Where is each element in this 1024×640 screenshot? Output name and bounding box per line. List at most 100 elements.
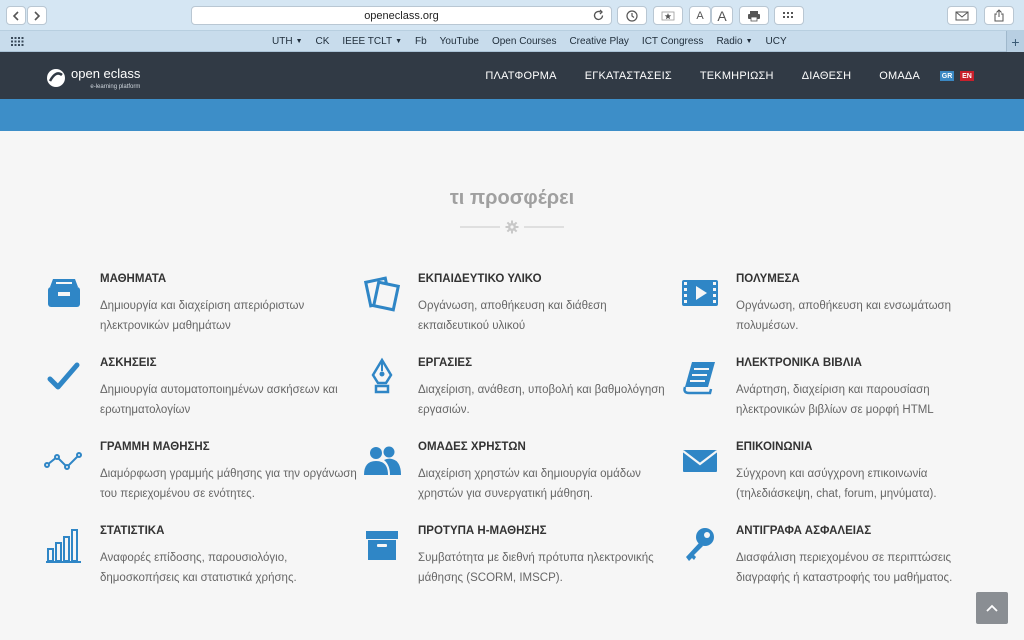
star-icon xyxy=(661,11,675,20)
feature-title: ΠΟΛΥΜΕΣΑ xyxy=(736,273,800,285)
chevron-down-icon: ▼ xyxy=(745,38,753,45)
book-icon xyxy=(683,362,715,395)
feature-description: Διασφάλιση περιεχομένου σε περιπτώσεις δ… xyxy=(736,552,953,584)
nav-item[interactable]: ΠΛΑΤΦΟΡΜΑ xyxy=(485,70,556,82)
feature-title: ΠΡΟΤΥΠΑ Η-ΜΑΘΗΣΗΣ xyxy=(418,525,547,537)
bookmark-label: IEEE TCLT xyxy=(342,36,393,47)
feature-description: Συμβατότητα με διεθνή πρότυπα ηλεκτρονικ… xyxy=(418,552,654,584)
clock-icon xyxy=(626,9,638,22)
pen-nib-icon xyxy=(371,357,393,394)
bar-chart-icon xyxy=(46,529,81,563)
bookmark-item[interactable]: UTH ▼ xyxy=(272,36,303,47)
feature-item: ΠΡΟΤΥΠΑ Η-ΜΑΘΗΣΗΣ Συμβατότητα με διεθνή π… xyxy=(362,525,662,585)
feature-description: Αναφορές επίδοσης, παρουσιολόγιο, δημοσκ… xyxy=(100,552,297,584)
key-icon xyxy=(686,528,714,561)
chevron-up-icon xyxy=(986,604,998,612)
bookmark-item[interactable]: CK xyxy=(316,36,330,47)
feature-title: ΑΣΚΗΣΕΙΣ xyxy=(100,357,157,369)
main-menu: ΠΛΑΤΦΟΡΜΑ ΕΓΚΑΤΑΣΤΑΣΕΙΣ ΤΕΚΜΗΡΙΩΣΗ ΔΙΑΘΕΣΗ Ο… xyxy=(485,52,920,99)
feature-title: ΗΛΕΚΤΡΟΝΙΚΑ ΒΙΒΛΙΑ xyxy=(736,357,862,369)
printer-icon xyxy=(748,10,760,21)
back-button[interactable] xyxy=(6,6,26,25)
site-logo[interactable]: open eclass e-learning platform xyxy=(46,65,140,90)
text-larger-button[interactable]: A xyxy=(711,6,733,25)
bookmark-item[interactable]: YouTube xyxy=(440,36,479,47)
lang-en-label: EN xyxy=(962,72,972,80)
feature-item: ΓΡΑΜΜΗ ΜΑΘΗΣΗΣ Διαμόρφωση γραμμής μάθησης… xyxy=(44,441,357,501)
top-sites-button[interactable] xyxy=(774,6,804,25)
lang-en-button[interactable]: EN xyxy=(960,71,974,81)
feature-item: ΕΡΓΑΣΙΕΣ Διαχείριση, ανάθεση, υποβολή και… xyxy=(362,357,665,417)
grid-icon xyxy=(783,11,793,18)
mail-button[interactable] xyxy=(947,6,977,25)
font-large-label: A xyxy=(717,7,727,24)
bookmarks-bar: UTH ▼ CK IEEE TCLT ▼ Fb YouTube Open Courses Cre… xyxy=(0,31,1024,52)
logo-subtitle: e-learning platform xyxy=(90,84,141,90)
feature-title: ΓΡΑΜΜΗ ΜΑΘΗΣΗΣ xyxy=(100,441,210,453)
feature-description: Οργάνωση, αποθήκευση και ενσωμάτωση πολυ… xyxy=(736,300,952,332)
feature-title: ΟΜΑΔΕΣ ΧΡΗΣΤΩΝ xyxy=(418,441,526,453)
lang-gr-button[interactable]: GR xyxy=(940,71,954,81)
bookmark-item[interactable]: Fb xyxy=(415,36,427,47)
feature-title: ΜΑΘΗΜΑΤΑ xyxy=(100,273,167,285)
feature-title: ΕΠΙΚΟΙΝΩΝΙΑ xyxy=(736,441,813,453)
feature-title: ΕΡΓΑΣΙΕΣ xyxy=(418,357,472,369)
section-title: τι προσφέρει xyxy=(449,187,575,209)
inbox-icon xyxy=(48,279,80,307)
line-path-icon xyxy=(44,452,82,470)
logo-text: open eclass xyxy=(71,66,141,81)
eclass-logo-icon xyxy=(47,68,65,87)
bookmark-label: Radio xyxy=(716,36,743,47)
film-icon xyxy=(682,280,718,306)
nav-item[interactable]: ΟΜΑΔΑ xyxy=(879,70,920,82)
feature-item: ΕΠΙΚΟΙΝΩΝΙΑ Σύγχρονη και ασύγχρονη επικοι… xyxy=(680,441,980,501)
feature-title: ΑΝΤΙΓΡΑΦΑ ΑΣΦΑΛΕΙΑΣ xyxy=(736,525,872,537)
address-bar[interactable]: openeclass.org xyxy=(191,6,612,25)
bookmark-item[interactable]: Creative Play xyxy=(569,36,628,47)
bookmark-label: UTH xyxy=(272,36,293,47)
feature-description: Δημιουργία αυτοματοποιημένων ασκήσεων κα… xyxy=(100,384,338,416)
feature-item: ΕΚΠΑΙΔΕΥΤΙΚΟ ΥΛΙΚΟ Οργάνωση, αποθήκευση κ… xyxy=(362,273,662,333)
print-button[interactable] xyxy=(739,6,769,25)
feature-item: ΣΤΑΤΙΣΤΙΚΑ Αναφορές επίδοσης, παρουσιολόγ… xyxy=(44,525,344,585)
feature-item: ΠΟΛΥΜΕΣΑ Οργάνωση, αποθήκευση και ενσωμάτ… xyxy=(680,273,980,333)
lang-gr-label: GR xyxy=(941,72,953,80)
bookmark-item[interactable]: UCY xyxy=(766,36,787,47)
feature-item: ΑΝΤΙΓΡΑΦΑ ΑΣΦΑΛΕΙΑΣ Διασφάλιση περιεχομέν… xyxy=(680,525,980,585)
bookmarks-grid-icon[interactable] xyxy=(11,37,24,46)
history-button[interactable] xyxy=(617,6,647,25)
font-small-label: A xyxy=(696,9,704,22)
nav-item[interactable]: ΤΕΚΜΗΡΙΩΣΗ xyxy=(700,70,774,82)
archive-icon xyxy=(366,531,398,560)
users-icon xyxy=(364,446,401,475)
nav-item[interactable]: ΕΓΚΑΤΑΣΤΑΣΕΙΣ xyxy=(585,70,672,82)
bookmark-label: ICT Congress xyxy=(641,36,704,47)
chevron-left-icon xyxy=(12,10,19,21)
reader-button[interactable] xyxy=(653,6,683,25)
reload-icon[interactable] xyxy=(592,9,605,22)
bookmark-item[interactable]: IEEE TCLT ▼ xyxy=(342,36,402,47)
hero-band xyxy=(0,99,1024,131)
bookmark-label: Creative Play xyxy=(569,36,629,47)
bookmarks-list: UTH ▼ CK IEEE TCLT ▼ Fb YouTube Open Courses Cre… xyxy=(272,31,787,52)
checkmark-icon xyxy=(47,362,80,390)
text-smaller-button[interactable]: A xyxy=(689,6,711,25)
feature-description: Ανάρτηση, διαχείριση και παρουσίαση ηλεκ… xyxy=(736,384,934,416)
add-tab-button[interactable]: + xyxy=(1006,31,1024,52)
plus-icon: + xyxy=(1011,33,1020,50)
nav-item[interactable]: ΔΙΑΘΕΣΗ xyxy=(802,70,852,82)
share-button[interactable] xyxy=(984,6,1014,25)
feature-description: Διαμόρφωση γραμμής μάθησης για την οργάν… xyxy=(100,468,357,500)
bookmark-label: Open Courses xyxy=(491,36,557,47)
bookmark-label: CK xyxy=(315,36,330,47)
bookmark-label: YouTube xyxy=(439,36,479,47)
feature-description: Σύγχρονη και ασύγχρονη επικοινωνία (τηλε… xyxy=(736,468,937,500)
envelope-icon xyxy=(682,450,718,472)
back-to-top-button[interactable] xyxy=(976,592,1008,624)
forward-button[interactable] xyxy=(27,6,47,25)
chevron-down-icon: ▼ xyxy=(395,38,402,45)
bookmark-item[interactable]: Open Courses xyxy=(492,36,556,47)
bookmark-item[interactable]: ICT Congress xyxy=(642,36,704,47)
bookmark-item[interactable]: Radio ▼ xyxy=(716,36,752,47)
feature-description: Οργάνωση, αποθήκευση και διάθεση εκπαιδε… xyxy=(418,300,607,332)
